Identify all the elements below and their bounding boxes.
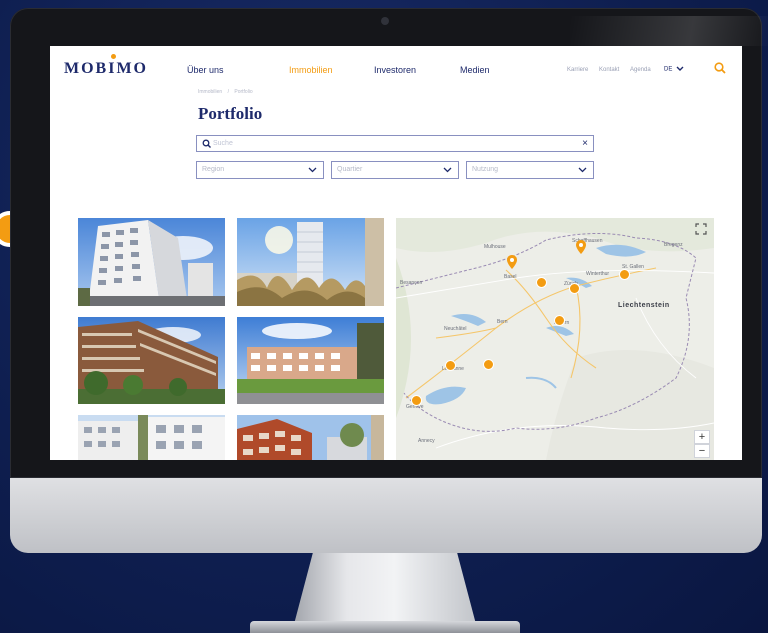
chevron-down-icon: [578, 167, 587, 173]
filter-nutzung-label: Nutzung: [472, 166, 499, 173]
map-base: [396, 218, 714, 460]
nav-item-immobilien[interactable]: Immobilien: [289, 65, 333, 75]
property-photo-1[interactable]: [78, 218, 225, 306]
breadcrumb-separator: /: [227, 89, 229, 95]
breadcrumb-item-portfolio: Portfolio: [234, 89, 253, 95]
map-label-bern: Bern: [497, 319, 508, 325]
website-screen: MOBIMO Über uns Immobilien Investoren Me…: [50, 46, 742, 460]
search-placeholder: Suche: [213, 140, 233, 147]
property-photo-3[interactable]: [78, 317, 225, 404]
chevron-down-icon: [308, 167, 317, 173]
fullscreen-icon[interactable]: [694, 222, 708, 236]
portfolio-map[interactable]: Mulhouse Basel Zürich Bern Schaffhausen …: [396, 218, 714, 460]
nav-item-investoren[interactable]: Investoren: [374, 65, 416, 75]
filter-region-select[interactable]: Region: [196, 161, 324, 179]
map-marker[interactable]: [554, 315, 565, 326]
camera-icon: [381, 17, 389, 25]
close-icon[interactable]: ×: [582, 138, 588, 149]
chevron-down-icon: [443, 167, 452, 173]
filter-nutzung-select[interactable]: Nutzung: [466, 161, 594, 179]
map-label-neuchatel: Neuchâtel: [444, 326, 467, 332]
map-label-winterthur: Winterthur: [586, 271, 610, 277]
language-switcher[interactable]: DE: [664, 66, 684, 73]
filter-region-label: Region: [202, 166, 225, 173]
zoom-in-button[interactable]: +: [694, 430, 710, 444]
page-title: Portfolio: [198, 104, 263, 123]
nav-item-medien[interactable]: Medien: [460, 65, 490, 75]
language-label: DE: [664, 66, 673, 73]
util-link-kontakt[interactable]: Kontakt: [599, 67, 619, 73]
breadcrumb: Immobilien / Portfolio: [198, 89, 253, 95]
mobimo-logo[interactable]: MOBIMO: [64, 60, 148, 78]
filter-quartier-select[interactable]: Quartier: [331, 161, 459, 179]
property-photo-6[interactable]: [237, 415, 384, 460]
logo-dot: [111, 54, 116, 59]
nav-item-ueber-uns[interactable]: Über uns: [187, 65, 224, 75]
map-region-label: Liechtenstein: [618, 302, 670, 309]
search-icon[interactable]: [714, 61, 726, 74]
imac-monitor: MOBIMO Über uns Immobilien Investoren Me…: [10, 8, 768, 633]
map-marker[interactable]: [569, 283, 580, 294]
map-label-mulhouse: Mulhouse: [484, 244, 506, 250]
map-label-basel: Basel: [504, 274, 517, 280]
monitor-stand-base: [250, 621, 520, 633]
util-link-karriere[interactable]: Karriere: [567, 67, 588, 73]
map-pin-icon[interactable]: [576, 240, 586, 254]
map-pin-icon[interactable]: [507, 255, 517, 269]
chevron-down-icon: [676, 66, 684, 71]
search-input[interactable]: Suche ×: [196, 135, 594, 152]
property-photo-5[interactable]: [78, 415, 225, 460]
util-link-agenda[interactable]: Agenda: [630, 67, 651, 73]
search-icon: [202, 139, 211, 148]
map-marker[interactable]: [619, 269, 630, 280]
monitor-stand-neck: [293, 553, 477, 625]
breadcrumb-item-immobilien[interactable]: Immobilien: [198, 89, 222, 95]
filter-quartier-label: Quartier: [337, 166, 363, 173]
map-label-bregenz: Bregenz: [664, 242, 683, 248]
property-photo-2[interactable]: [237, 218, 384, 306]
map-marker[interactable]: [483, 359, 494, 370]
property-photo-4[interactable]: [237, 317, 384, 404]
map-marker[interactable]: [411, 395, 422, 406]
map-label-annecy: Annecy: [418, 438, 435, 444]
map-label-besancon: Besançon: [400, 280, 423, 286]
map-marker[interactable]: [536, 277, 547, 288]
zoom-out-button[interactable]: −: [694, 444, 710, 458]
monitor-chin: [10, 478, 762, 553]
map-marker[interactable]: [445, 360, 456, 371]
